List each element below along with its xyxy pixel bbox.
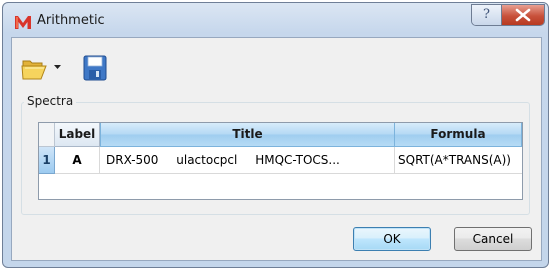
cell-label[interactable]: A xyxy=(55,147,100,174)
cell-title[interactable]: DRX-500 ulactocpcl HMQC-TOCS... xyxy=(100,147,395,174)
column-header-title[interactable]: Title xyxy=(100,123,395,147)
table-corner-header[interactable] xyxy=(39,123,55,147)
cell-formula[interactable]: SQRT(A*TRANS(A)) xyxy=(395,147,522,174)
column-header-label[interactable]: Label xyxy=(55,123,100,147)
help-icon: ? xyxy=(483,7,490,22)
column-header-formula[interactable]: Formula xyxy=(395,123,522,147)
close-icon xyxy=(515,8,531,22)
chevron-down-icon[interactable] xyxy=(53,64,62,70)
close-button[interactable] xyxy=(502,5,544,25)
caption-buttons: ? xyxy=(471,4,545,26)
cancel-button[interactable]: Cancel xyxy=(454,227,532,251)
app-logo-icon xyxy=(15,16,31,29)
ok-button[interactable]: OK xyxy=(353,227,431,251)
title-part-sample: ulactocpcl xyxy=(176,153,238,167)
help-button[interactable]: ? xyxy=(472,5,502,25)
window-title: Arithmetic xyxy=(37,13,105,28)
spectra-group-label: Spectra xyxy=(24,94,77,108)
folder-open-icon[interactable] xyxy=(20,54,48,82)
row-number-1[interactable]: 1 xyxy=(39,147,55,174)
title-part-experiment: HMQC-TOCS... xyxy=(255,153,340,167)
floppy-save-icon[interactable] xyxy=(83,55,107,81)
title-bar[interactable]: Arithmetic ? xyxy=(3,3,548,37)
title-part-instrument: DRX-500 xyxy=(106,153,159,167)
spectra-table[interactable]: Label Title Formula 1 A DRX-500 ulactocp… xyxy=(38,122,523,200)
